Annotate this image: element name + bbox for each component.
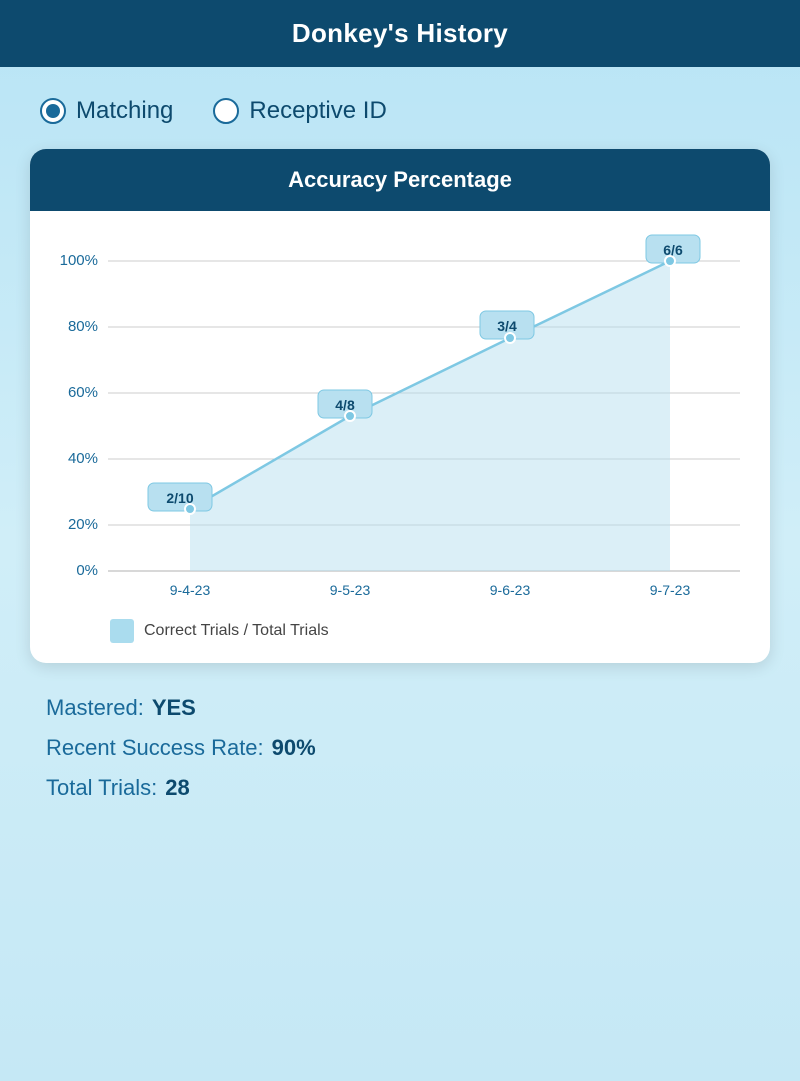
svg-text:6/6: 6/6 [663, 242, 683, 258]
radio-receptive-id[interactable]: Receptive ID [213, 97, 386, 125]
svg-text:60%: 60% [68, 384, 98, 401]
radio-group: Matching Receptive ID [30, 97, 770, 125]
mastered-label: Mastered: [46, 695, 144, 721]
radio-receptive-id-circle[interactable] [213, 98, 239, 124]
chart-area: 100% 80% 60% 40% 20% 0% [50, 231, 750, 611]
main-content: Matching Receptive ID Accuracy Percentag… [0, 67, 800, 1081]
svg-text:0%: 0% [76, 562, 98, 579]
app-header: Donkey's History [0, 0, 800, 67]
legend-label: Correct Trials / Total Trials [144, 622, 329, 640]
stats-section: Mastered: YES Recent Success Rate: 90% T… [30, 695, 770, 801]
svg-text:9-7-23: 9-7-23 [650, 582, 691, 598]
chart-legend: Correct Trials / Total Trials [50, 611, 750, 647]
svg-text:9-6-23: 9-6-23 [490, 582, 531, 598]
mastered-value: YES [152, 695, 196, 721]
svg-text:9-5-23: 9-5-23 [330, 582, 371, 598]
chart-svg: 100% 80% 60% 40% 20% 0% [50, 231, 750, 611]
radio-matching-circle[interactable] [40, 98, 66, 124]
chart-card: Accuracy Percentage 100% 80% 60% 40% 20%… [30, 149, 770, 663]
svg-text:40%: 40% [68, 450, 98, 467]
chart-title: Accuracy Percentage [288, 167, 512, 192]
svg-text:3/4: 3/4 [497, 318, 517, 334]
mastered-row: Mastered: YES [46, 695, 770, 721]
success-rate-value: 90% [272, 735, 316, 761]
radio-receptive-id-label: Receptive ID [249, 97, 386, 125]
legend-color-box [110, 619, 134, 643]
total-trials-label: Total Trials: [46, 775, 157, 801]
svg-text:20%: 20% [68, 516, 98, 533]
chart-body: 100% 80% 60% 40% 20% 0% [30, 211, 770, 663]
success-rate-row: Recent Success Rate: 90% [46, 735, 770, 761]
svg-text:9-4-23: 9-4-23 [170, 582, 211, 598]
total-trials-row: Total Trials: 28 [46, 775, 770, 801]
svg-text:100%: 100% [60, 252, 98, 269]
total-trials-value: 28 [165, 775, 189, 801]
success-rate-label: Recent Success Rate: [46, 735, 264, 761]
radio-matching[interactable]: Matching [40, 97, 173, 125]
chart-card-header: Accuracy Percentage [30, 149, 770, 211]
radio-matching-label: Matching [76, 97, 173, 125]
page-title: Donkey's History [292, 18, 508, 48]
svg-text:80%: 80% [68, 318, 98, 335]
